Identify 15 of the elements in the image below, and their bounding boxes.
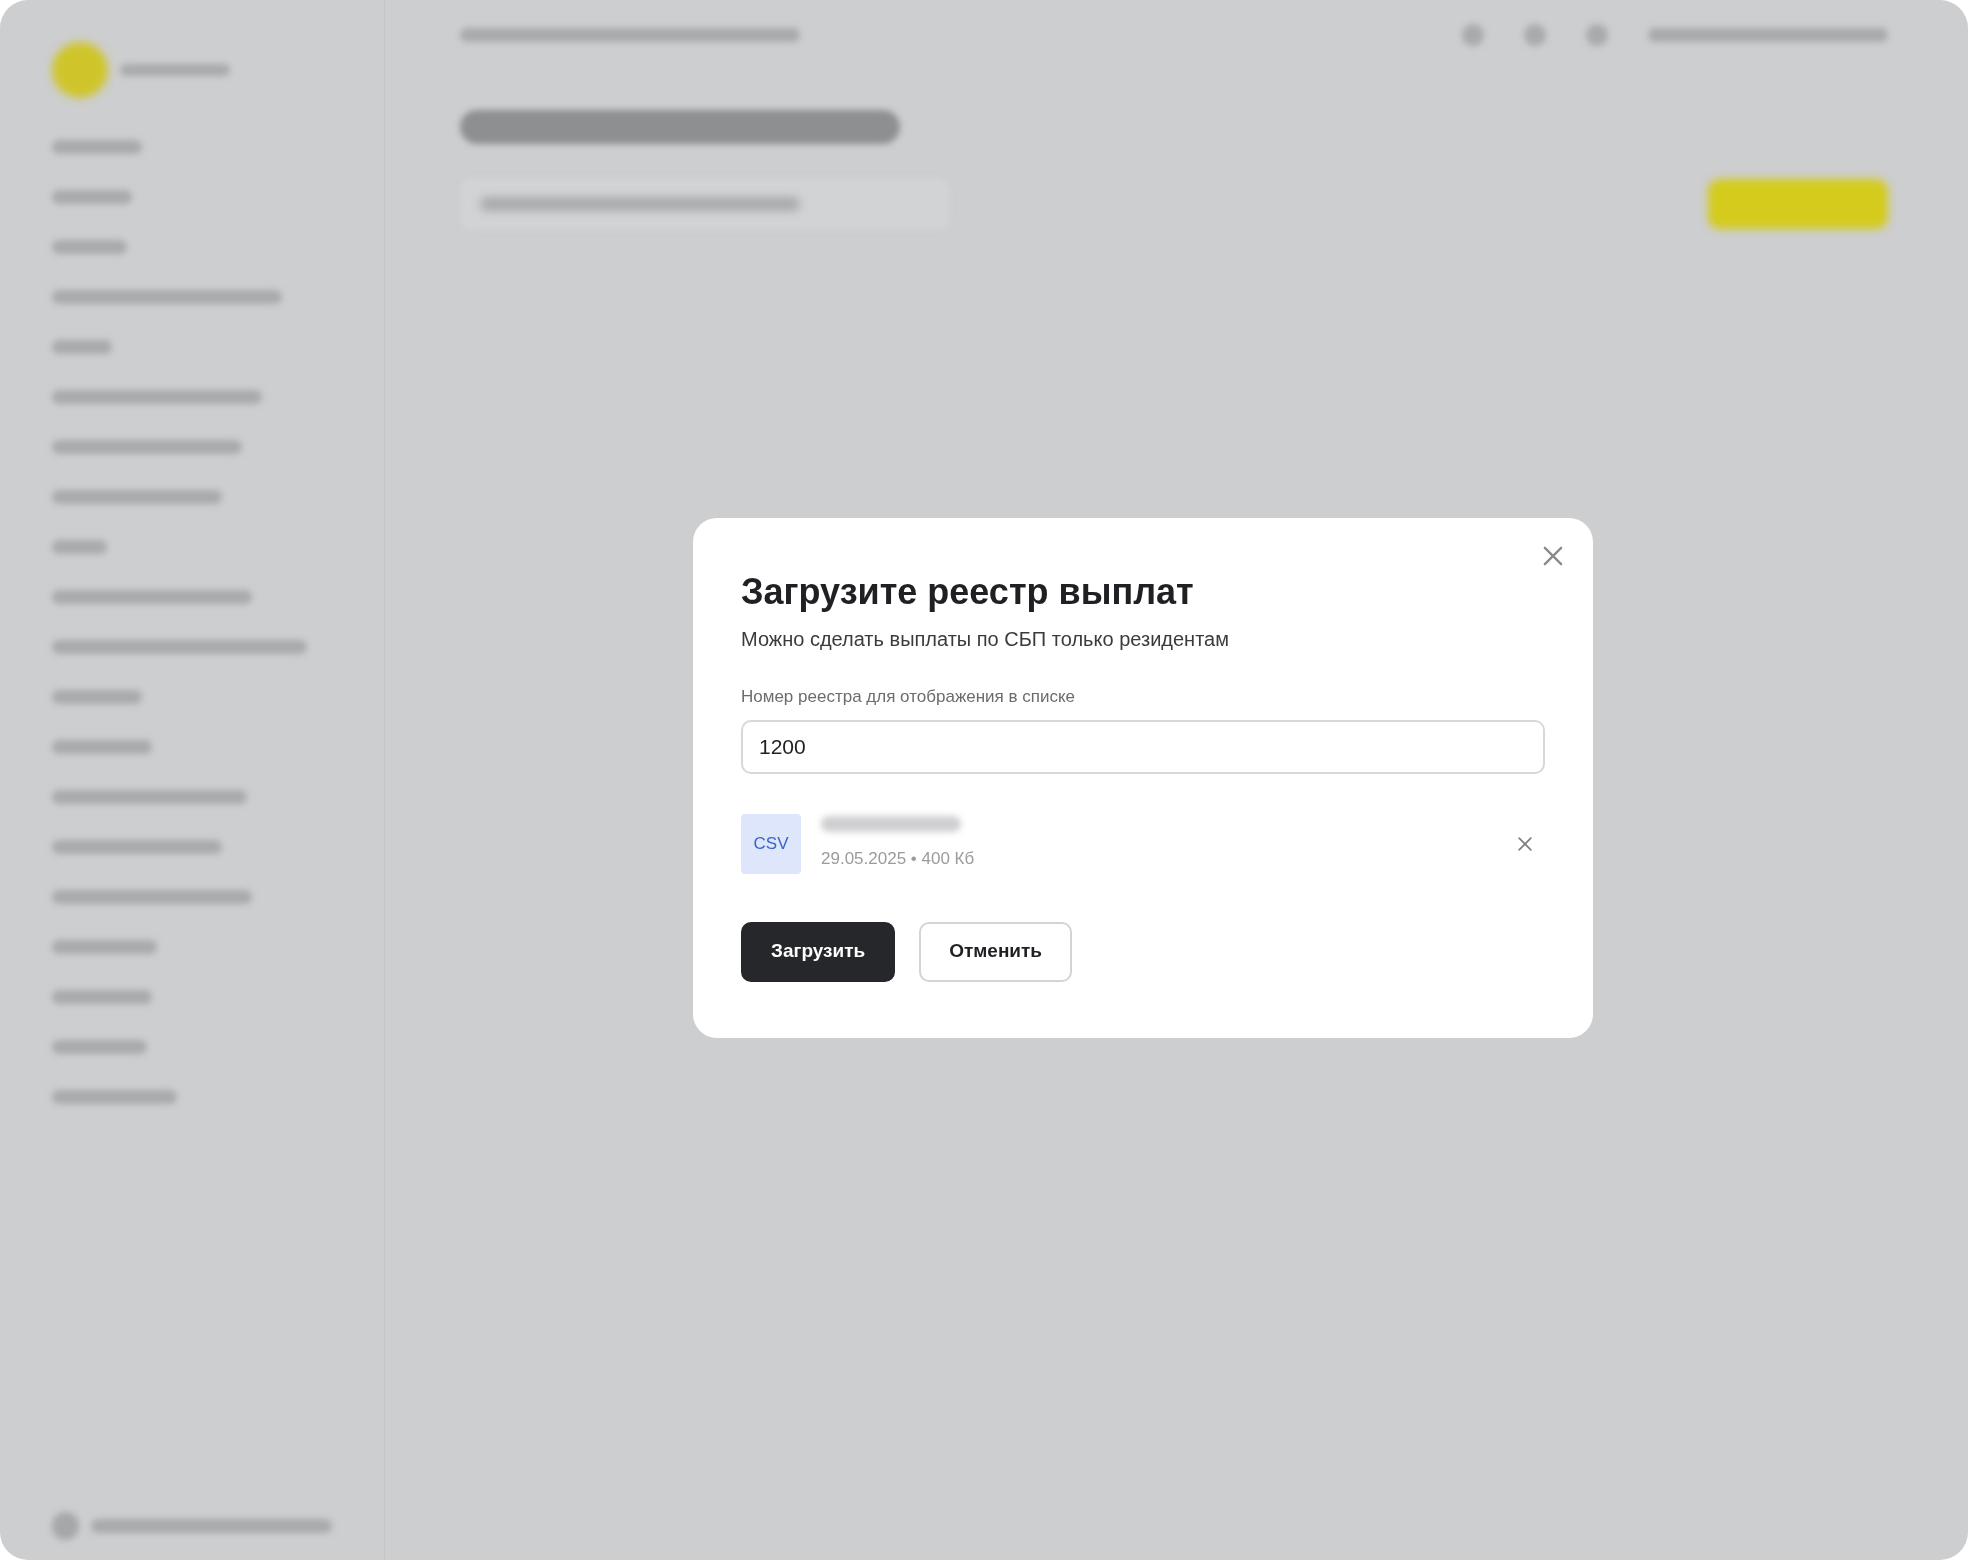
- user-icon: [52, 1512, 79, 1540]
- dialog-subtitle: Можно сделать выплаты по СБП только резидентам: [741, 627, 1230, 652]
- dialog-title: Загрузите реестр выплат: [741, 570, 1195, 614]
- logo-icon: [52, 42, 108, 98]
- blurred-icon: [1524, 24, 1546, 46]
- blurred-icon: [1462, 24, 1484, 46]
- upload-button[interactable]: Загрузить: [741, 921, 896, 982]
- blurred-icon: [1586, 24, 1608, 46]
- file-meta: 29.05.2025 • 400 Кб: [821, 847, 975, 870]
- file-type-icon: CSV: [741, 813, 801, 874]
- field-label: Номер реестра для отображения в списке: [741, 686, 1077, 708]
- blurred-text: [52, 340, 112, 354]
- blurred-text: [52, 540, 107, 554]
- input-field[interactable]: 1200: [741, 719, 1545, 774]
- cancel-button[interactable]: Отменить: [919, 921, 1073, 982]
